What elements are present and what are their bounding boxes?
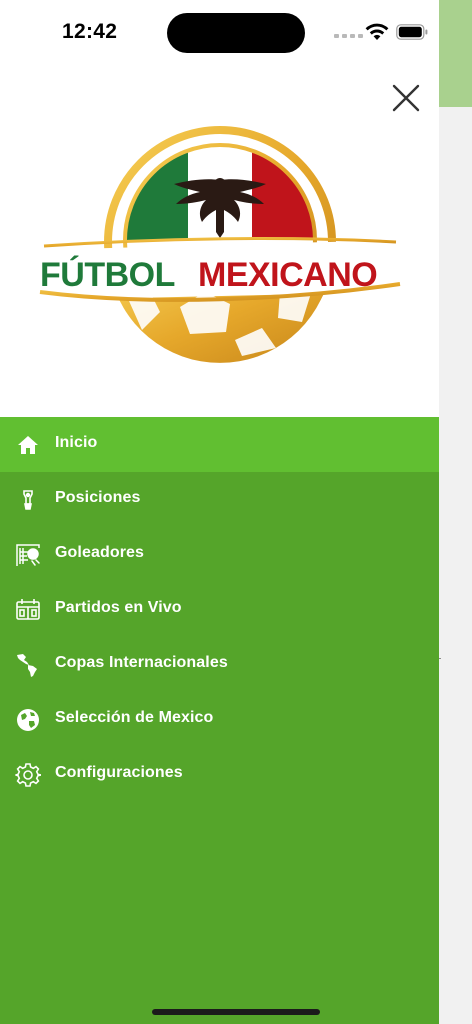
menu-item-copas-internacionales[interactable]: Copas Internacionales <box>0 637 439 692</box>
menu-item-partidos-en-vivo[interactable]: Partidos en Vivo <box>0 582 439 637</box>
gear-icon <box>14 761 41 788</box>
menu-item-posiciones[interactable]: Posiciones <box>0 472 439 527</box>
logo-text-mexicano: MEXICANO <box>198 256 377 294</box>
close-icon[interactable] <box>384 78 426 120</box>
navigation-drawer: 12:42 FÚTBOL MEXICANO Inicio Posiciones … <box>0 0 439 1024</box>
futbol-mexicano-logo: FÚTBOL MEXICANO <box>39 126 401 363</box>
menu-item-label: Configuraciones <box>55 764 183 781</box>
menu-item-label: Selección de Mexico <box>55 709 214 726</box>
menu-item-seleccion-de-mexico[interactable]: Selección de Mexico <box>0 692 439 747</box>
menu-item-label: Inicio <box>55 434 98 451</box>
menu-item-label: Copas Internacionales <box>55 654 228 671</box>
menu-item-label: Partidos en Vivo <box>55 599 182 616</box>
menu-item-label: Goleadores <box>55 544 145 561</box>
globe-icon <box>14 706 41 733</box>
cellular-signal-icon <box>334 34 363 38</box>
menu-item-label: Posiciones <box>55 489 141 506</box>
menu-item-inicio[interactable]: Inicio <box>0 417 439 472</box>
logo-text-futbol: FÚTBOL <box>40 256 175 294</box>
status-bar: 12:42 <box>0 0 439 60</box>
background-header-strip <box>439 0 472 107</box>
scoreboard-icon <box>14 596 41 623</box>
trophy-icon <box>14 486 41 513</box>
home-icon <box>14 431 41 458</box>
battery-icon <box>396 24 428 40</box>
background-screen <box>439 0 472 1024</box>
background-divider <box>439 658 441 659</box>
americas-map-icon <box>14 651 41 678</box>
wifi-icon <box>365 23 389 40</box>
goal-net-icon <box>14 541 41 568</box>
status-time: 12:42 <box>62 20 118 43</box>
home-indicator[interactable] <box>152 1009 320 1015</box>
drawer-menu: Inicio Posiciones Goleadores Partidos en… <box>0 417 439 1024</box>
menu-item-configuraciones[interactable]: Configuraciones <box>0 747 439 802</box>
dynamic-island <box>167 13 305 53</box>
menu-item-goleadores[interactable]: Goleadores <box>0 527 439 582</box>
